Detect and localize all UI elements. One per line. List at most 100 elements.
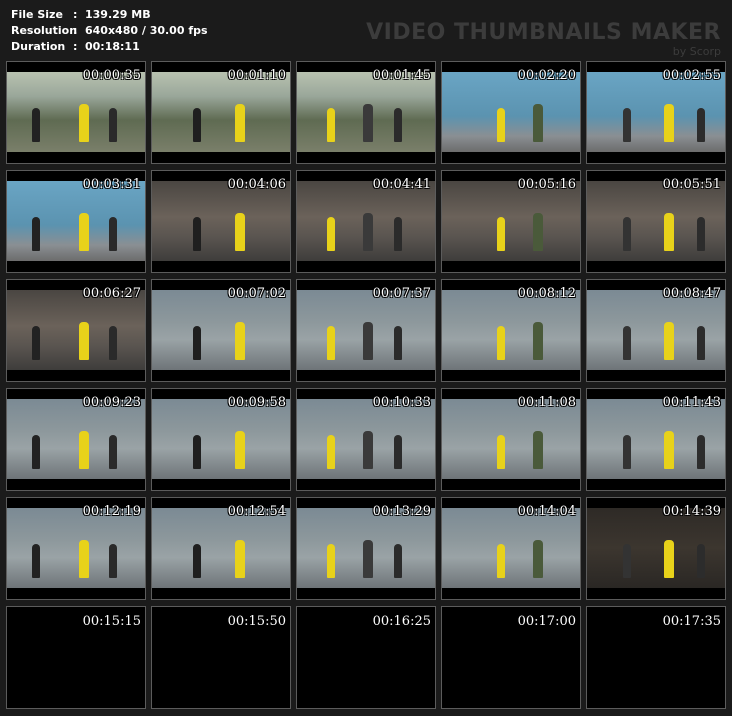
thumbnail-timestamp: 00:15:50 xyxy=(227,614,286,629)
person-figure xyxy=(78,213,89,251)
thumbnail-timestamp: 00:12:54 xyxy=(227,504,286,519)
person-figure xyxy=(109,217,118,251)
thumbnail-frame xyxy=(152,181,290,261)
video-thumbnail: 00:04:41 xyxy=(296,170,436,273)
thumbnail-timestamp: 00:07:02 xyxy=(227,286,286,301)
duration-label: Duration xyxy=(11,40,66,53)
person-figure xyxy=(31,326,40,360)
video-thumbnail: 00:02:55 xyxy=(586,61,726,164)
person-figure xyxy=(664,104,675,142)
thumbnail-timestamp: 00:13:29 xyxy=(372,504,431,519)
person-figure xyxy=(363,322,374,360)
duration-row: Duration : 00:18:11 xyxy=(11,39,208,55)
resolution-row: Resolution : 640x480 / 30.00 fps xyxy=(11,23,208,39)
thumbnail-timestamp: 00:05:51 xyxy=(662,177,721,192)
thumbnail-timestamp: 00:04:06 xyxy=(227,177,286,192)
person-figure xyxy=(109,435,118,469)
watermark-logo: VIDEO THUMBNAILS MAKER by Scorp xyxy=(366,20,721,58)
person-figure xyxy=(109,544,118,578)
video-thumbnail: 00:17:00 xyxy=(441,606,581,709)
person-figure xyxy=(497,435,506,469)
thumbnail-frame xyxy=(587,72,725,152)
person-figure xyxy=(234,322,245,360)
thumbnail-frame xyxy=(7,508,145,588)
resolution-separator: : xyxy=(73,24,78,37)
person-figure xyxy=(234,431,245,469)
person-figure xyxy=(327,108,336,142)
person-figure xyxy=(533,213,544,251)
thumbnail-grid: 00:00:35 00:01:10 00:01:45 00:02:20 00:02:55… xyxy=(6,61,726,709)
person-figure xyxy=(622,108,631,142)
video-thumbnail: 00:15:15 xyxy=(6,606,146,709)
video-thumbnail: 00:15:50 xyxy=(151,606,291,709)
person-figure xyxy=(393,217,402,251)
person-figure xyxy=(193,108,202,142)
person-figure xyxy=(697,108,706,142)
thumbnail-timestamp: 00:07:37 xyxy=(372,286,431,301)
person-figure xyxy=(497,217,506,251)
thumbnail-timestamp: 00:00:35 xyxy=(82,68,141,83)
person-figure xyxy=(78,431,89,469)
watermark-author: by Scorp xyxy=(672,45,721,58)
person-figure xyxy=(393,435,402,469)
thumbnail-timestamp: 00:06:27 xyxy=(82,286,141,301)
video-thumbnail: 00:11:08 xyxy=(441,388,581,491)
thumbnail-timestamp: 00:01:10 xyxy=(227,68,286,83)
video-thumbnail: 00:16:25 xyxy=(296,606,436,709)
person-figure xyxy=(622,435,631,469)
person-figure xyxy=(234,213,245,251)
thumbnail-timestamp: 00:14:39 xyxy=(662,504,721,519)
person-figure xyxy=(193,326,202,360)
thumbnail-timestamp: 00:16:25 xyxy=(372,614,431,629)
person-figure xyxy=(497,326,506,360)
duration-value: 00:18:11 xyxy=(85,40,140,53)
thumbnail-frame xyxy=(152,72,290,152)
file-info-panel: File Size : 139.29 MB Resolution : 640x4… xyxy=(11,7,208,55)
person-figure xyxy=(31,217,40,251)
person-figure xyxy=(697,435,706,469)
thumbnail-frame xyxy=(587,181,725,261)
thumbnail-timestamp: 00:04:41 xyxy=(372,177,431,192)
thumbnail-timestamp: 00:09:58 xyxy=(227,395,286,410)
thumbnail-frame xyxy=(442,290,580,370)
thumbnail-frame xyxy=(152,508,290,588)
video-thumbnail: 00:12:54 xyxy=(151,497,291,600)
thumbnail-timestamp: 00:15:15 xyxy=(82,614,141,629)
person-figure xyxy=(697,326,706,360)
thumbnail-frame xyxy=(297,290,435,370)
person-figure xyxy=(234,104,245,142)
thumbnail-timestamp: 00:03:31 xyxy=(82,177,141,192)
thumbnail-frame xyxy=(152,290,290,370)
thumbnail-frame xyxy=(442,508,580,588)
video-thumbnail: 00:01:10 xyxy=(151,61,291,164)
person-figure xyxy=(193,217,202,251)
person-figure xyxy=(393,544,402,578)
file-size-value: 139.29 MB xyxy=(85,8,151,21)
person-figure xyxy=(78,104,89,142)
thumbnail-timestamp: 00:02:55 xyxy=(662,68,721,83)
video-thumbnail: 00:12:19 xyxy=(6,497,146,600)
person-figure xyxy=(497,544,506,578)
person-figure xyxy=(533,431,544,469)
video-thumbnail: 00:03:31 xyxy=(6,170,146,273)
person-figure xyxy=(363,104,374,142)
duration-separator: : xyxy=(73,40,78,53)
video-thumbnail: 00:13:29 xyxy=(296,497,436,600)
thumbnail-timestamp: 00:02:20 xyxy=(517,68,576,83)
person-figure xyxy=(193,435,202,469)
thumbnail-frame xyxy=(297,399,435,479)
thumbnail-frame xyxy=(7,399,145,479)
thumbnail-frame xyxy=(152,399,290,479)
thumbnail-frame xyxy=(442,181,580,261)
thumbnail-frame xyxy=(297,181,435,261)
person-figure xyxy=(234,540,245,578)
person-figure xyxy=(363,540,374,578)
thumbnail-timestamp: 00:17:35 xyxy=(662,614,721,629)
thumbnail-timestamp: 00:17:00 xyxy=(517,614,576,629)
thumbnail-frame xyxy=(7,72,145,152)
file-size-separator: : xyxy=(73,8,78,21)
thumbnail-timestamp: 00:11:43 xyxy=(662,395,721,410)
video-thumbnail: 00:01:45 xyxy=(296,61,436,164)
video-thumbnail: 00:10:33 xyxy=(296,388,436,491)
person-figure xyxy=(393,326,402,360)
